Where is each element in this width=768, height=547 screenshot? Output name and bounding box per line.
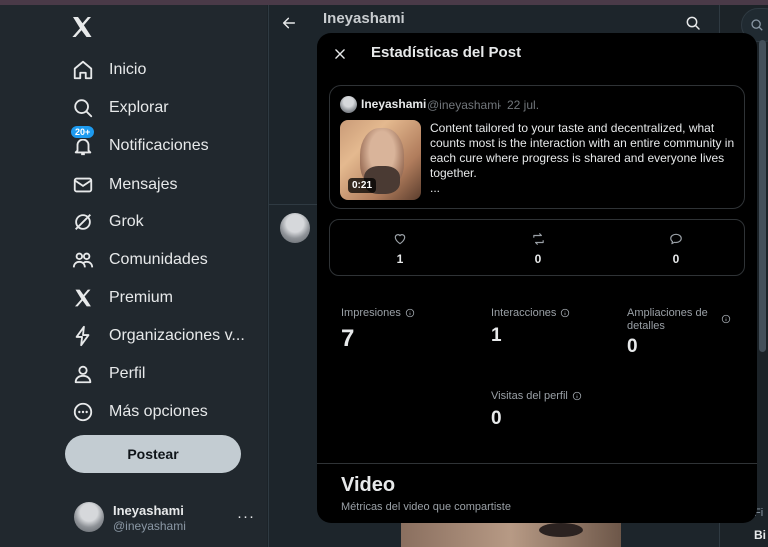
post-author-handle: @ineyashami bbox=[427, 98, 500, 112]
sidebar-item-label: Más opciones bbox=[109, 403, 208, 420]
video-duration: 0:21 bbox=[348, 178, 377, 193]
sidebar-item-notificaciones[interactable]: 20+ Notificaciones bbox=[68, 125, 209, 164]
metric-label: Impresiones bbox=[341, 307, 401, 319]
people-icon bbox=[68, 245, 98, 275]
x-logo-icon bbox=[68, 283, 98, 313]
info-icon[interactable] bbox=[405, 308, 415, 322]
metric-label: Ampliaciones de detalles bbox=[627, 307, 708, 332]
close-icon[interactable] bbox=[327, 41, 353, 67]
sidebar-item-label: Premium bbox=[109, 289, 174, 306]
sidebar-item-organizaciones[interactable]: Organizaciones v... bbox=[68, 318, 245, 354]
sidebar-item-label: Explorar bbox=[109, 99, 169, 116]
sidebar-item-premium[interactable]: Premium bbox=[68, 280, 173, 316]
video-thumbnail-detail bbox=[539, 523, 583, 537]
sidebar-item-inicio[interactable]: Inicio bbox=[68, 52, 146, 88]
reposts-metric: 0 bbox=[523, 232, 553, 266]
detail-expands-metric: Ampliaciones de detalles 0 bbox=[627, 307, 737, 358]
modal-title: Estadísticas del Post bbox=[371, 44, 522, 61]
account-switcher[interactable]: Ineyashami @ineyashami ··· bbox=[74, 502, 258, 536]
lightning-icon bbox=[68, 321, 98, 351]
video-thumbnail bbox=[401, 521, 621, 547]
metric-value: 1 bbox=[491, 325, 502, 346]
sidebar-item-mensajes[interactable]: Mensajes bbox=[68, 167, 177, 203]
account-handle: @ineyashami bbox=[113, 519, 186, 533]
info-icon[interactable] bbox=[572, 391, 582, 405]
sidebar-item-label: Inicio bbox=[109, 61, 147, 78]
video-section-title: Video bbox=[341, 474, 396, 496]
sidebar: Inicio Explorar 20+ Notificaciones Mensa… bbox=[0, 5, 267, 547]
avatar bbox=[74, 502, 104, 532]
info-icon[interactable] bbox=[721, 314, 731, 328]
post-text-ellipsis: ... bbox=[430, 181, 441, 195]
likes-metric: 1 bbox=[385, 232, 415, 266]
page-title: Ineyashami bbox=[323, 10, 405, 27]
section-divider bbox=[317, 463, 757, 464]
sidebar-item-label: Comunidades bbox=[109, 251, 208, 268]
post-analytics-modal: Estadísticas del Post Ineyashami @ineyas… bbox=[317, 33, 757, 523]
home-icon bbox=[68, 55, 98, 85]
sidebar-item-mas-opciones[interactable]: Más opciones bbox=[68, 394, 208, 430]
metric-label: Visitas del perfil bbox=[491, 390, 568, 402]
metric-value: 0 bbox=[627, 336, 638, 357]
avatar bbox=[340, 96, 357, 113]
metric-label: Interacciones bbox=[491, 307, 557, 319]
account-name: Ineyashami bbox=[113, 503, 184, 518]
reposts-count: 0 bbox=[534, 252, 542, 266]
post-text: Content tailored to your taste and decen… bbox=[430, 121, 735, 180]
video-section-subtitle: Métricas del video que compartiste bbox=[341, 501, 511, 513]
grok-icon bbox=[68, 207, 98, 237]
more-circle-icon bbox=[68, 397, 98, 427]
back-arrow-icon[interactable] bbox=[281, 15, 297, 35]
replies-metric: 0 bbox=[661, 232, 691, 266]
metric-value: 7 bbox=[341, 325, 355, 352]
sidebar-item-explorar[interactable]: Explorar bbox=[68, 90, 169, 126]
profile-visits-metric: Visitas del perfil 0 bbox=[491, 390, 582, 430]
sidebar-item-label: Grok bbox=[109, 213, 144, 230]
notification-badge: 20+ bbox=[70, 125, 96, 139]
more-icon[interactable]: ··· bbox=[237, 508, 255, 525]
post-author-name: Ineyashami bbox=[361, 97, 427, 111]
post-separator: · bbox=[498, 98, 502, 112]
video-thumbnail[interactable]: 0:21 bbox=[340, 120, 421, 200]
user-icon bbox=[68, 359, 98, 389]
info-icon[interactable] bbox=[560, 308, 570, 322]
replies-count: 0 bbox=[672, 252, 680, 266]
likes-count: 1 bbox=[396, 252, 404, 266]
x-logo-icon[interactable] bbox=[70, 15, 98, 41]
right-column-text: Bi bbox=[754, 528, 766, 542]
engagement-card: 1 0 0 bbox=[329, 219, 745, 276]
heart-icon bbox=[385, 232, 415, 248]
post-button[interactable]: Postear bbox=[65, 435, 241, 473]
interactions-metric: Interacciones 1 bbox=[491, 307, 570, 347]
sidebar-item-label: Mensajes bbox=[109, 176, 178, 193]
sidebar-item-grok[interactable]: Grok bbox=[68, 204, 144, 240]
search-icon bbox=[68, 93, 98, 123]
scrollbar[interactable] bbox=[759, 40, 766, 352]
sidebar-item-perfil[interactable]: Perfil bbox=[68, 356, 145, 392]
avatar[interactable] bbox=[280, 213, 310, 243]
sidebar-item-comunidades[interactable]: Comunidades bbox=[68, 242, 208, 278]
sidebar-item-label: Perfil bbox=[109, 365, 146, 382]
impressions-metric: Impresiones 7 bbox=[341, 307, 415, 353]
post-date: 22 jul. bbox=[507, 98, 540, 112]
sidebar-item-label: Notificaciones bbox=[109, 137, 209, 154]
post-preview-card[interactable]: Ineyashami @ineyashami · 22 jul. 0:21 Co… bbox=[329, 85, 745, 209]
sidebar-item-label: Organizaciones v... bbox=[109, 327, 245, 344]
repost-icon bbox=[523, 232, 553, 248]
metric-value: 0 bbox=[491, 408, 502, 429]
search-icon bbox=[750, 18, 764, 37]
mail-icon bbox=[68, 170, 98, 200]
bell-icon: 20+ bbox=[68, 125, 98, 161]
reply-icon bbox=[661, 232, 691, 248]
